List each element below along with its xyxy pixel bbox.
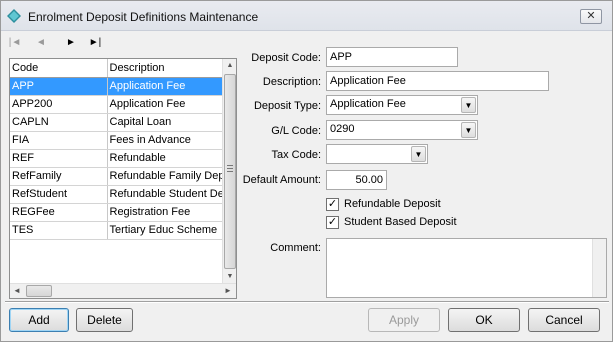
- table-row[interactable]: RefFamily Refundable Family Depo: [10, 167, 224, 186]
- first-record-icon: |◄: [8, 37, 22, 48]
- deposit-type-select[interactable]: Application Fee ▼: [326, 95, 478, 115]
- table-row[interactable]: RefStudent Refundable Student De: [10, 185, 224, 204]
- gl-code-value: 0290: [330, 123, 355, 135]
- previous-record-icon: ◄: [36, 37, 46, 48]
- row-code: FIA: [10, 131, 108, 150]
- close-button[interactable]: ✕: [580, 9, 602, 24]
- comment-textarea[interactable]: [326, 238, 607, 298]
- next-record-button[interactable]: ►: [63, 35, 79, 51]
- row-code: REF: [10, 149, 108, 168]
- ok-button[interactable]: OK: [448, 308, 520, 332]
- scroll-down-icon[interactable]: ▼: [223, 270, 237, 284]
- table-row[interactable]: TES Tertiary Educ Scheme: [10, 221, 224, 240]
- description-input[interactable]: Application Fee: [326, 71, 549, 91]
- column-header-description[interactable]: Description: [107, 59, 224, 78]
- chevron-down-icon[interactable]: ▼: [411, 146, 426, 162]
- tax-code-label: Tax Code:: [271, 149, 321, 161]
- checkmark-icon: ✓: [326, 216, 339, 229]
- scroll-up-icon[interactable]: ▲: [223, 59, 237, 73]
- column-header-code[interactable]: Code: [10, 59, 108, 78]
- row-description: Application Fee: [107, 95, 224, 114]
- deposit-table: Code Description APP Application Fee APP2…: [10, 59, 224, 240]
- comment-label: Comment:: [270, 242, 321, 254]
- deposit-code-label: Deposit Code:: [251, 52, 321, 64]
- row-description: Fees in Advance: [107, 131, 224, 150]
- row-description: Refundable Family Depo: [107, 167, 224, 186]
- refundable-deposit-label: Refundable Deposit: [344, 198, 441, 210]
- table-row[interactable]: REF Refundable: [10, 149, 224, 168]
- title-bar: Enrolment Deposit Definitions Maintenanc…: [1, 1, 612, 31]
- add-button[interactable]: Add: [9, 308, 69, 332]
- vertical-scroll-thumb[interactable]: [224, 74, 236, 269]
- row-description: Refundable: [107, 149, 224, 168]
- checkmark-icon: ✓: [326, 198, 339, 211]
- next-record-icon: ►: [66, 37, 76, 48]
- deposit-code-input[interactable]: APP: [326, 47, 458, 67]
- row-code: APP: [10, 77, 108, 96]
- scroll-left-icon[interactable]: ◄: [10, 284, 24, 298]
- deposit-type-value: Application Fee: [330, 98, 406, 110]
- dialog-window: Enrolment Deposit Definitions Maintenanc…: [0, 0, 613, 342]
- deposit-list: Code Description APP Application Fee APP2…: [9, 58, 237, 299]
- button-separator: [5, 301, 609, 303]
- table-row[interactable]: APP Application Fee: [10, 77, 224, 96]
- cancel-button[interactable]: Cancel: [528, 308, 600, 332]
- close-icon: ✕: [586, 10, 596, 22]
- deposit-type-label: Deposit Type:: [253, 100, 321, 112]
- default-amount-label: Default Amount:: [242, 174, 321, 186]
- list-horizontal-scrollbar[interactable]: ◄ ►: [10, 283, 236, 298]
- table-row[interactable]: APP200 Application Fee: [10, 95, 224, 114]
- row-code: TES: [10, 221, 108, 240]
- scroll-right-icon[interactable]: ►: [221, 284, 235, 298]
- refundable-deposit-checkbox[interactable]: ✓ Refundable Deposit: [326, 197, 486, 213]
- tax-code-select[interactable]: ▼: [326, 144, 428, 164]
- row-description: Tertiary Educ Scheme: [107, 221, 224, 240]
- delete-button[interactable]: Delete: [76, 308, 133, 332]
- row-code: APP200: [10, 95, 108, 114]
- window-title: Enrolment Deposit Definitions Maintenanc…: [28, 10, 259, 24]
- table-header-row: Code Description: [10, 59, 224, 78]
- chevron-down-icon[interactable]: ▼: [461, 97, 476, 113]
- row-description: Application Fee: [107, 77, 224, 96]
- horizontal-scroll-thumb[interactable]: [26, 285, 52, 297]
- previous-record-button[interactable]: ◄: [33, 35, 49, 51]
- gl-code-select[interactable]: 0290 ▼: [326, 120, 478, 140]
- table-row[interactable]: CAPLN Capital Loan: [10, 113, 224, 132]
- student-based-deposit-checkbox[interactable]: ✓ Student Based Deposit: [326, 215, 486, 231]
- chevron-down-icon[interactable]: ▼: [461, 122, 476, 138]
- row-code: CAPLN: [10, 113, 108, 132]
- row-code: REGFee: [10, 203, 108, 222]
- description-label: Description:: [262, 76, 321, 88]
- gl-code-label: G/L Code:: [271, 125, 321, 137]
- row-description: Registration Fee: [107, 203, 224, 222]
- apply-button[interactable]: Apply: [368, 308, 440, 332]
- table-row[interactable]: FIA Fees in Advance: [10, 131, 224, 150]
- row-code: RefStudent: [10, 185, 108, 204]
- comment-scrollbar[interactable]: [592, 239, 606, 297]
- row-description: Capital Loan: [107, 113, 224, 132]
- first-record-button[interactable]: |◄: [7, 35, 23, 51]
- student-based-deposit-label: Student Based Deposit: [344, 216, 457, 228]
- list-vertical-scrollbar[interactable]: ▲ ▼: [222, 59, 236, 284]
- row-description: Refundable Student De: [107, 185, 224, 204]
- last-record-icon: ►|: [88, 37, 102, 48]
- app-icon: [7, 9, 21, 23]
- table-row[interactable]: REGFee Registration Fee: [10, 203, 224, 222]
- row-code: RefFamily: [10, 167, 108, 186]
- default-amount-input[interactable]: 50.00: [326, 170, 387, 190]
- last-record-button[interactable]: ►|: [87, 35, 103, 51]
